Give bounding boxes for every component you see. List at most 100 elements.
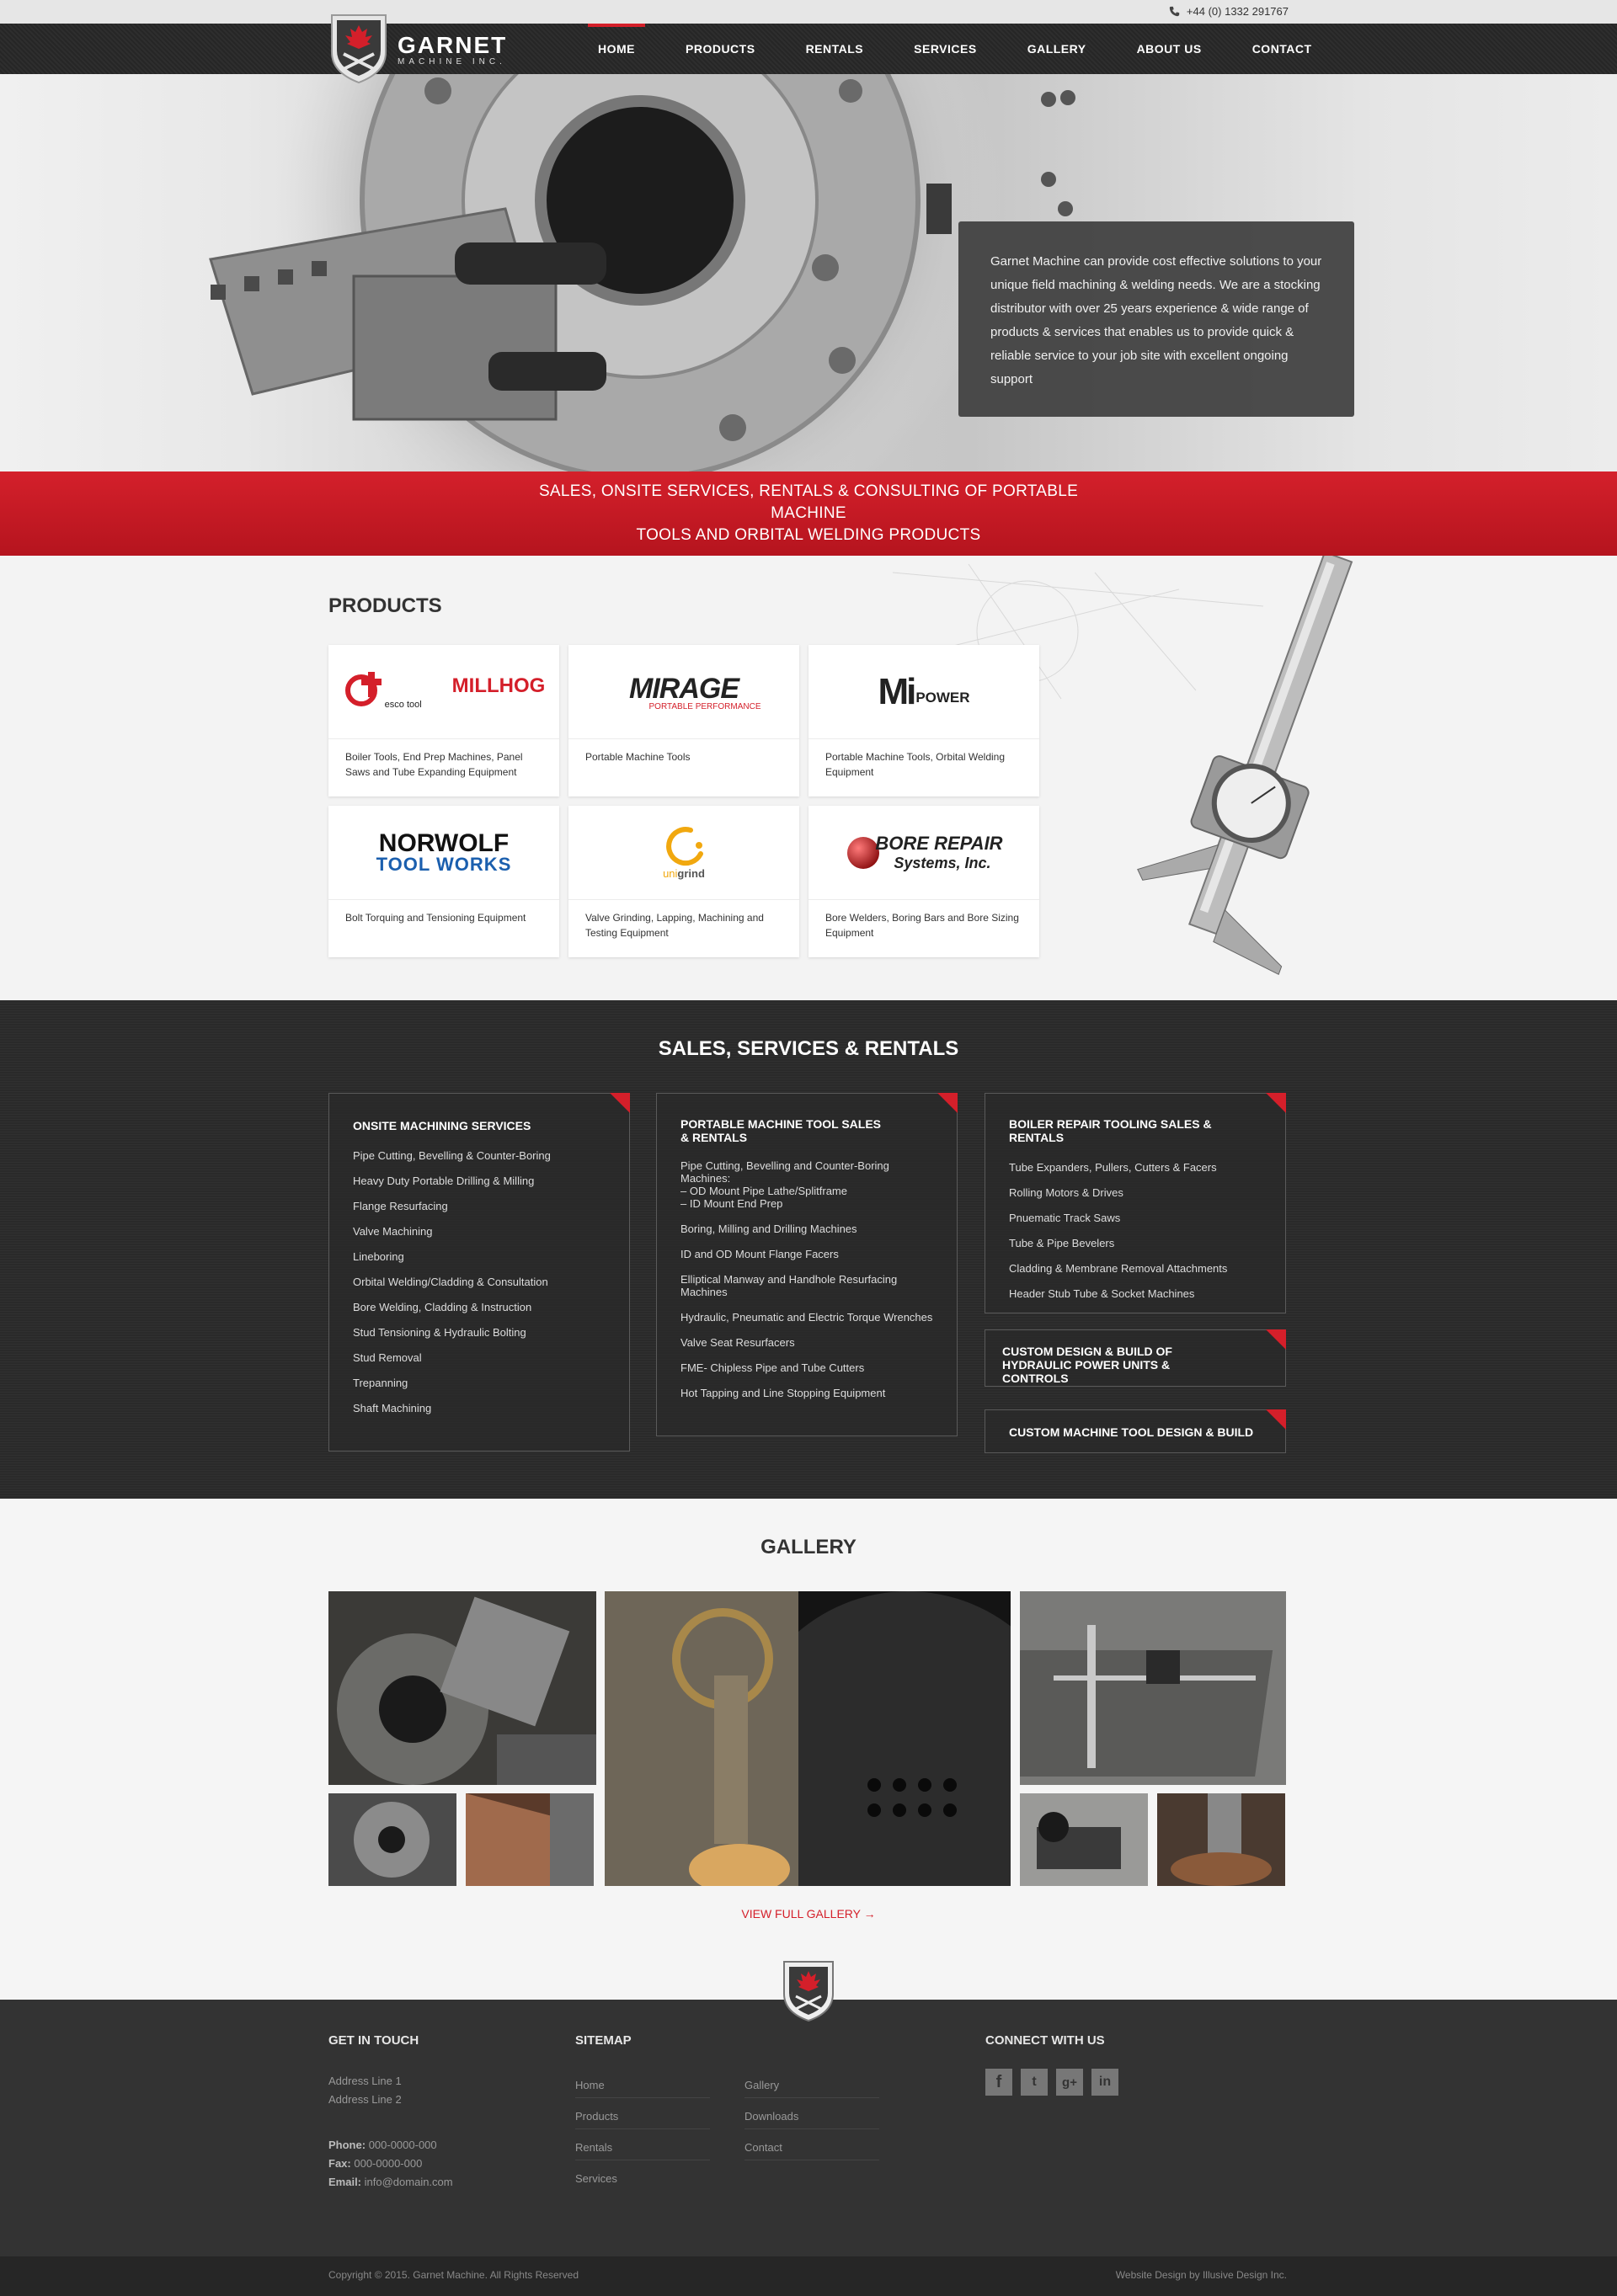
unigrind-uni: uni (663, 867, 678, 880)
view-full-gallery-link[interactable]: VIEW FULL GALLERY → (0, 1907, 1617, 1920)
nav-home[interactable]: HOME (573, 24, 660, 74)
nav-rentals[interactable]: RENTALS (781, 24, 889, 74)
svc-item[interactable]: Stud Removal (353, 1351, 606, 1364)
svc-item[interactable]: Valve Seat Resurfacers (680, 1336, 933, 1349)
email-value[interactable]: info@domain.com (365, 2176, 453, 2188)
svc-item[interactable]: Pipe Cutting, Bevelling and Counter-Bori… (680, 1159, 933, 1210)
product-card-mi-power[interactable]: Mi POWER Portable Machine Tools, Orbital… (808, 645, 1039, 796)
tagline-banner: SALES, ONSITE SERVICES, RENTALS & CONSUL… (0, 471, 1617, 556)
google-plus-icon[interactable]: g+ (1056, 2069, 1083, 2096)
gallery-image-6[interactable] (1020, 1793, 1148, 1886)
svc-item[interactable]: Lineboring (353, 1250, 606, 1263)
norwolf-sub: TOOL WORKS (376, 853, 512, 875)
sitemap-contact[interactable]: Contact (744, 2129, 879, 2160)
gallery-section: GALLERY VIEW FULL GALLERY → (0, 1499, 1617, 2000)
sitemap-products[interactable]: Products (575, 2098, 710, 2129)
linkedin-icon[interactable]: in (1091, 2069, 1118, 2096)
svc-item[interactable]: Cladding & Membrane Removal Attachments (1009, 1262, 1262, 1275)
svc-box-boiler[interactable]: BOILER REPAIR TOOLING SALES & RENTALS Tu… (985, 1093, 1286, 1313)
get-in-touch-title: GET IN TOUCH (328, 2033, 419, 2048)
nav-gallery[interactable]: GALLERY (1002, 24, 1112, 74)
products-title: PRODUCTS (328, 594, 442, 617)
nav-contact[interactable]: CONTACT (1227, 24, 1337, 74)
sitemap-gallery[interactable]: Gallery (744, 2067, 879, 2098)
svc-item[interactable]: Hydraulic, Pneumatic and Electric Torque… (680, 1311, 933, 1324)
esco-tool-label: esco tool (384, 699, 422, 710)
svc-item[interactable]: Pnuematic Track Saws (1009, 1212, 1262, 1224)
svc-item[interactable]: Tube & Pipe Bevelers (1009, 1237, 1262, 1249)
mirage-logo: MIRAGE PORTABLE PERFORMANCE (568, 645, 799, 739)
phone-contact[interactable]: +44 (0) 1332 291767 (1169, 5, 1289, 18)
svc-item[interactable]: Pipe Cutting, Bevelling & Counter-Boring (353, 1149, 606, 1162)
svc-item[interactable]: Hot Tapping and Line Stopping Equipment (680, 1387, 933, 1399)
gallery-image-2[interactable] (328, 1793, 456, 1886)
product-card-norwolf[interactable]: NORWOLF TOOL WORKS Bolt Torquing and Ten… (328, 806, 559, 957)
mirage-tagline: PORTABLE PERFORMANCE (648, 701, 761, 711)
sitemap-rentals[interactable]: Rentals (575, 2129, 710, 2160)
product-card-mirage[interactable]: MIRAGE PORTABLE PERFORMANCE Portable Mac… (568, 645, 799, 796)
svc-title: ONSITE MACHINING SERVICES (353, 1119, 531, 1132)
svc-item[interactable]: Header Stub Tube & Socket Machines (1009, 1287, 1262, 1300)
email-row[interactable]: Email: info@domain.com (328, 2173, 453, 2192)
hero-intro-text: Garnet Machine can provide cost effectiv… (990, 254, 1322, 386)
svc-item[interactable]: Boring, Milling and Drilling Machines (680, 1223, 933, 1235)
nav-about-us[interactable]: ABOUT US (1112, 24, 1227, 74)
gallery-photo-icon (1020, 1591, 1286, 1785)
gallery-image-7[interactable] (1157, 1793, 1285, 1886)
product-card-unigrind[interactable]: unigrind Valve Grinding, Lapping, Machin… (568, 806, 799, 957)
products-grid: MILLHOG esco tool Boiler Tools, End Prep … (328, 645, 1039, 957)
svc-title: PORTABLE MACHINE TOOL SALES & RENTALS (680, 1117, 882, 1144)
sales-title: SALES, SERVICES & RENTALS (658, 1037, 959, 1060)
svc-item[interactable]: ID and OD Mount Flange Facers (680, 1248, 933, 1260)
gallery-image-5[interactable] (1020, 1591, 1286, 1785)
svc-item[interactable]: Flange Resurfacing (353, 1200, 606, 1212)
tagline-line-2: TOOLS AND ORBITAL WELDING PRODUCTS (636, 526, 981, 544)
product-card-millhog[interactable]: MILLHOG esco tool Boiler Tools, End Prep … (328, 645, 559, 796)
mi-power-word: POWER (915, 689, 970, 706)
svc-box-onsite[interactable]: ONSITE MACHINING SERVICES Pipe Cutting, … (328, 1093, 630, 1452)
svc-box-custom-machine[interactable]: CUSTOM MACHINE TOOL DESIGN & BUILD (985, 1409, 1286, 1453)
gallery-image-3[interactable] (466, 1793, 594, 1886)
svc-item[interactable]: Rolling Motors & Drives (1009, 1186, 1262, 1199)
svc-box-hydraulic[interactable]: CUSTOM DESIGN & BUILD OF HYDRAULIC POWER… (985, 1329, 1286, 1387)
sitemap-downloads[interactable]: Downloads (744, 2098, 879, 2129)
gallery-image-4[interactable] (605, 1591, 1011, 1886)
shield-logo-icon (331, 14, 387, 84)
tagline-text: SALES, ONSITE SERVICES, RENTALS & CONSUL… (505, 481, 1112, 546)
norwolf-brand: NORWOLF (378, 828, 510, 857)
site-logo[interactable]: GARNET MACHINE INC. (328, 13, 531, 84)
svc-item[interactable]: FME- Chipless Pipe and Tube Cutters (680, 1361, 933, 1374)
product-desc: Boiler Tools, End Prep Machines, Panel S… (345, 751, 523, 778)
millhog-brand-wrap: MILLHOG esco tool (385, 674, 546, 710)
mirage-brand: MIRAGE (629, 672, 739, 705)
svc-item[interactable]: Stud Tensioning & Hydraulic Bolting (353, 1326, 606, 1339)
nav-services[interactable]: SERVICES (889, 24, 1002, 74)
fax-value: 000-0000-000 (354, 2157, 423, 2170)
product-card-bore-repair[interactable]: BORE REPAIR Systems, Inc. Bore Welders, … (808, 806, 1039, 957)
unigrind-logo: unigrind (568, 806, 799, 900)
hero-machine-image (209, 74, 1075, 471)
svc-item[interactable]: Heavy Duty Portable Drilling & Milling (353, 1175, 606, 1187)
svc-item[interactable]: Orbital Welding/Cladding & Consultation (353, 1276, 606, 1288)
top-bar: +44 (0) 1332 291767 (0, 0, 1617, 24)
unigrind-grind: grind (677, 867, 705, 880)
svc-item[interactable]: Bore Welding, Cladding & Instruction (353, 1301, 606, 1313)
svc-title: CUSTOM DESIGN & BUILD OF HYDRAULIC POWER… (1002, 1345, 1172, 1385)
nav-products[interactable]: PRODUCTS (660, 24, 781, 74)
gallery-image-1[interactable] (328, 1591, 596, 1785)
footer-shield-logo-icon[interactable] (782, 1960, 835, 2022)
svc-item[interactable]: Elliptical Manway and Handhole Resurfaci… (680, 1273, 933, 1298)
sitemap-services[interactable]: Services (575, 2160, 710, 2192)
twitter-icon[interactable]: t (1021, 2069, 1048, 2096)
svc-item[interactable]: Trepanning (353, 1377, 606, 1389)
svc-item[interactable]: Shaft Machining (353, 1402, 606, 1414)
gallery-photo-icon (1157, 1793, 1285, 1886)
design-credit[interactable]: Website Design by Illusive Design Inc. (1116, 2269, 1287, 2281)
svc-item[interactable]: Tube Expanders, Pullers, Cutters & Facer… (1009, 1161, 1262, 1174)
bottom-bar: Copyright © 2015. Garnet Machine. All Ri… (0, 2256, 1617, 2296)
svc-box-portable[interactable]: PORTABLE MACHINE TOOL SALES & RENTALS Pi… (656, 1093, 958, 1436)
facebook-icon[interactable]: f (985, 2069, 1012, 2096)
sitemap-home[interactable]: Home (575, 2067, 710, 2098)
bore-repair-brand: BORE REPAIR (875, 833, 1003, 854)
svc-item[interactable]: Valve Machining (353, 1225, 606, 1238)
